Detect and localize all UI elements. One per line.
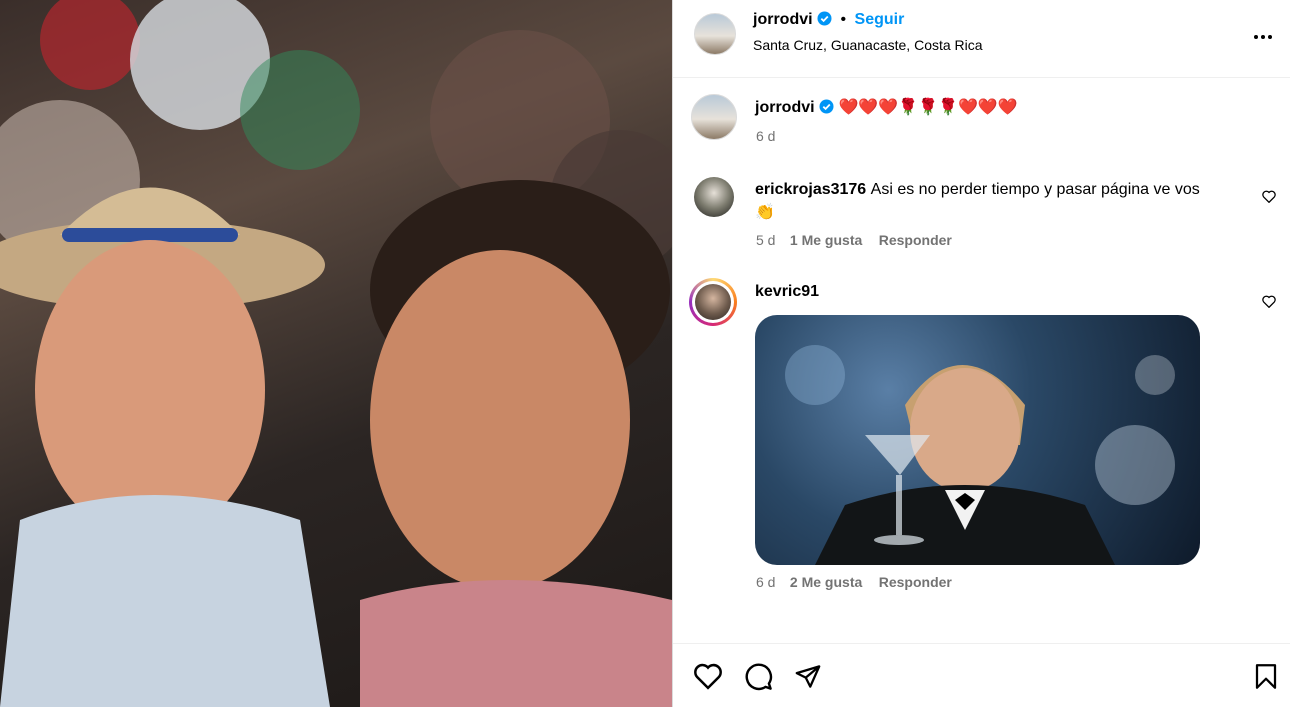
comment-avatar-story-ring[interactable] [689, 278, 737, 326]
comment-icon[interactable] [744, 662, 773, 696]
comment-body: erickrojas3176 Asi es no perder tiempo y… [755, 178, 1235, 224]
comment-like-heart-icon[interactable] [1262, 190, 1276, 208]
comment-avatar[interactable] [694, 177, 734, 217]
comment-like-heart-icon[interactable] [1262, 295, 1276, 313]
comment-text: Asi es no perder tiempo y pasar página v… [870, 181, 1200, 198]
comment-time[interactable]: 6 d [756, 574, 775, 590]
post-location[interactable]: Santa Cruz, Guanacaste, Costa Rica [753, 37, 983, 53]
caption-text: ❤️❤️❤️🌹🌹🌹❤️❤️❤️ [838, 99, 1018, 116]
separator-dot: • [840, 11, 847, 28]
comment-meta: 5 d 1 Me gusta Responder [756, 232, 952, 250]
post-header: jorrodvi • Seguir Santa Cruz, Guanacaste… [673, 0, 1290, 78]
caption-author-avatar[interactable] [691, 94, 737, 140]
gif-illustration [785, 345, 1175, 565]
comment-meta: 6 d 2 Me gusta Responder [756, 574, 952, 592]
post-details-panel: jorrodvi • Seguir Santa Cruz, Guanacaste… [672, 0, 1290, 707]
comment-gif-image[interactable] [755, 315, 1200, 565]
send-icon[interactable] [794, 663, 822, 695]
comment-username[interactable]: erickrojas3176 [755, 181, 866, 198]
heart-icon[interactable] [693, 662, 723, 695]
caption-username[interactable]: jorrodvi [755, 99, 815, 116]
post-actions-bar [673, 643, 1290, 708]
comment-time[interactable]: 5 d [756, 232, 775, 248]
post-photo[interactable] [0, 0, 672, 707]
author-username[interactable]: jorrodvi [753, 11, 813, 28]
verified-badge-icon [817, 11, 832, 31]
author-username-row: jorrodvi • Seguir [753, 11, 904, 31]
caption-time[interactable]: 6 d [756, 128, 775, 144]
post-photo-illustration [0, 0, 672, 707]
comment-likes[interactable]: 2 Me gusta [790, 574, 862, 590]
comment-likes[interactable]: 1 Me gusta [790, 232, 862, 248]
bookmark-icon[interactable] [1254, 663, 1278, 695]
comment-username[interactable]: kevric91 [755, 283, 819, 301]
comment-emoji: 👏 [755, 204, 775, 221]
caption-row: jorrodvi ❤️❤️❤️🌹🌹🌹❤️❤️❤️ [755, 97, 1018, 119]
more-options-icon[interactable] [1253, 28, 1273, 46]
verified-badge-icon [819, 99, 834, 119]
comment-reply-button[interactable]: Responder [879, 574, 952, 590]
author-avatar[interactable] [694, 13, 736, 55]
comment-reply-button[interactable]: Responder [879, 232, 952, 248]
follow-button[interactable]: Seguir [855, 11, 905, 28]
